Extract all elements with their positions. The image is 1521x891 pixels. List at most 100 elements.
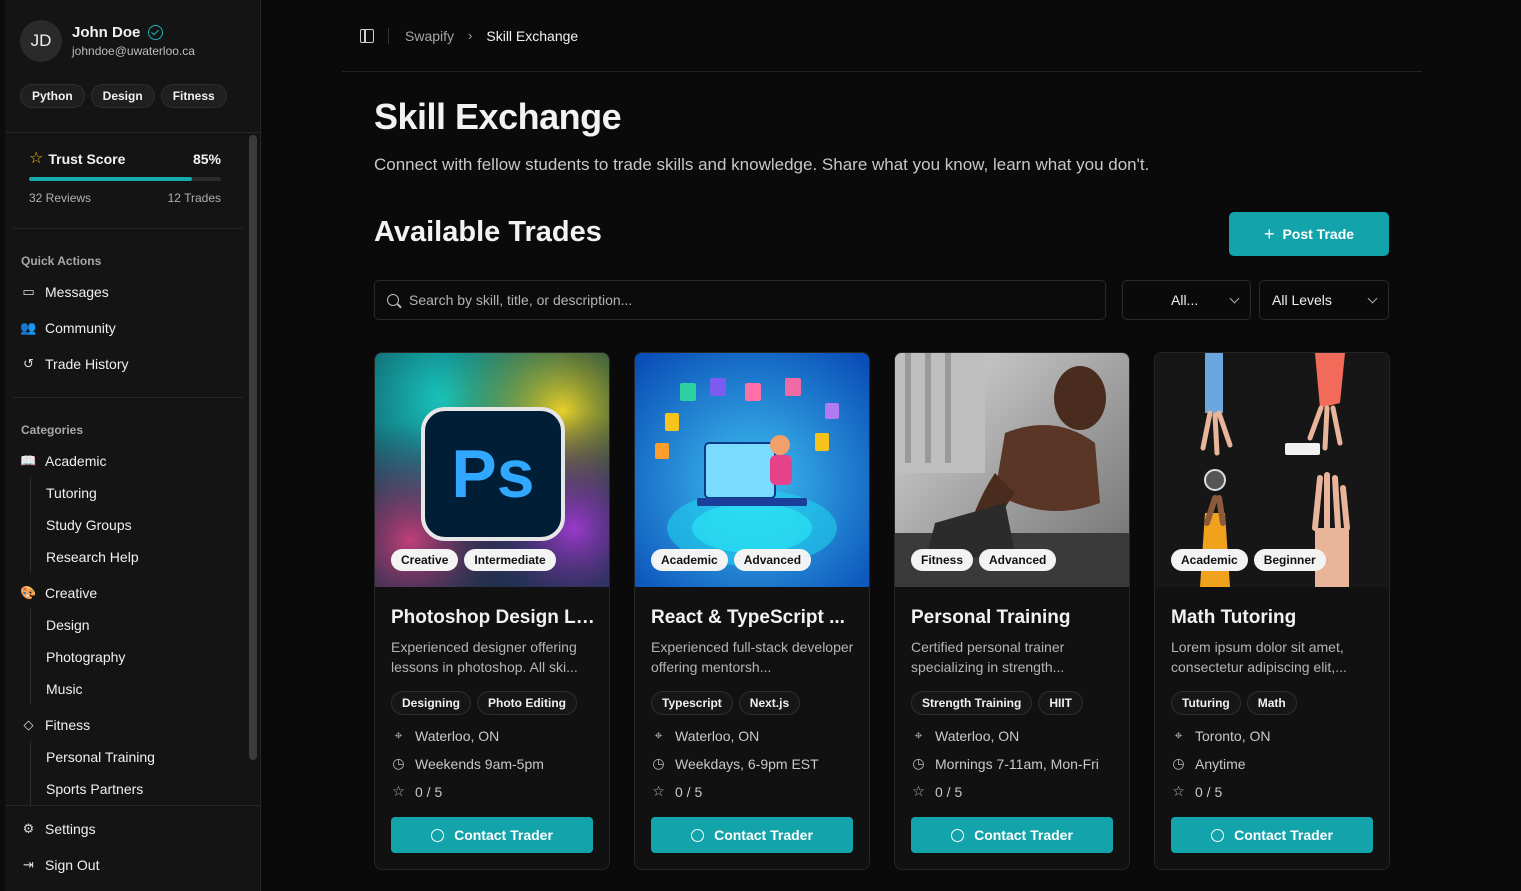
- rating-text: 0 / 5: [935, 783, 963, 800]
- subcategory-research-help[interactable]: Research Help: [46, 549, 139, 565]
- rating-text: 0 / 5: [1195, 783, 1223, 800]
- clock-icon: ◷: [1172, 755, 1185, 771]
- gear-icon: ⚙: [22, 821, 35, 836]
- skill-tag: Math: [1246, 691, 1297, 715]
- category-fitness[interactable]: ◇ Fitness: [21, 717, 91, 733]
- plus-icon: +: [1263, 224, 1275, 244]
- trade-rating: ☆ 0 / 5: [651, 783, 702, 800]
- star-icon: ☆: [652, 783, 665, 799]
- category-filter-select[interactable]: All...: [1122, 280, 1251, 320]
- trust-score-card: ☆ Trust Score 85% 32 Reviews 12 Trades: [29, 151, 221, 205]
- location-text: Waterloo, ON: [415, 727, 500, 744]
- trade-card-title: Photoshop Design Le...: [391, 607, 596, 628]
- post-trade-label: Post Trade: [1282, 226, 1355, 242]
- trade-rating: ☆ 0 / 5: [1171, 783, 1222, 800]
- level-badge: Beginner: [1253, 549, 1326, 571]
- main-content: Swapify › Skill Exchange Skill Exchange …: [262, 0, 1521, 891]
- trade-schedule: ◷ Mornings 7-11am, Mon-Fri: [911, 755, 1099, 772]
- map-pin-icon: ⌖: [914, 727, 923, 743]
- category-label: Fitness: [45, 717, 91, 733]
- nav-label: Community: [45, 320, 116, 336]
- map-pin-icon: ⌖: [654, 727, 663, 743]
- nav-trade-history[interactable]: ↺ Trade History: [21, 356, 128, 372]
- skill-tag: HIIT: [1038, 691, 1084, 715]
- message-circle-icon: [951, 828, 965, 842]
- trade-card-description: Certified personal trainer specializing …: [911, 639, 1065, 675]
- subcategory-study-groups[interactable]: Study Groups: [46, 517, 132, 533]
- subcategory-tutoring[interactable]: Tutoring: [46, 485, 97, 501]
- category-academic[interactable]: 📖 Academic: [20, 453, 106, 469]
- trust-score-value: 85%: [192, 151, 221, 167]
- trade-location: ⌖ Waterloo, ON: [391, 727, 500, 744]
- trade-rating: ☆ 0 / 5: [391, 783, 442, 800]
- contact-trader-button[interactable]: Contact Trader: [1171, 817, 1373, 853]
- skill-tag: Strength Training: [911, 691, 1033, 715]
- search-input[interactable]: Search by skill, title, or description..…: [374, 280, 1106, 320]
- trade-location: ⌖ Toronto, ON: [1171, 727, 1271, 744]
- trade-card-title: Math Tutoring: [1171, 607, 1297, 628]
- trade-rating: ☆ 0 / 5: [911, 783, 962, 800]
- trust-progress-fill: [29, 177, 193, 181]
- trade-location: ⌖ Waterloo, ON: [651, 727, 760, 744]
- message-circle-icon: [1211, 828, 1225, 842]
- category-badge: Academic: [1171, 549, 1248, 571]
- category-label: Creative: [45, 585, 98, 601]
- trade-card-description: Lorem ipsum dolor sit amet, consectetur …: [1171, 639, 1347, 675]
- tree-line: [30, 609, 31, 705]
- subcategory-sports-partners[interactable]: Sports Partners: [46, 781, 143, 797]
- photoshop-logo-text: Ps: [451, 436, 535, 512]
- level-filter-select[interactable]: All Levels: [1259, 280, 1389, 320]
- subcategory-design[interactable]: Design: [46, 617, 90, 633]
- trade-card: Academic Advanced React & TypeScript ...…: [634, 352, 870, 870]
- log-out-icon: ⇥: [23, 857, 34, 872]
- divider: [388, 27, 389, 44]
- clock-icon: ◷: [392, 755, 405, 771]
- star-icon: ☆: [912, 783, 925, 799]
- sidebar: JD John Doe johndoe@uwaterloo.ca Python …: [5, 0, 261, 891]
- category-creative[interactable]: 🎨 Creative: [20, 585, 98, 601]
- contact-label: Contact Trader: [454, 827, 553, 843]
- skill-tag: Tuturing: [1171, 691, 1241, 715]
- post-trade-button[interactable]: + Post Trade: [1229, 212, 1389, 256]
- sidebar-footer: ⚙ Settings ⇥ Sign Out: [5, 805, 261, 891]
- nav-community[interactable]: 👥 Community: [20, 320, 116, 336]
- sidebar-toggle-icon[interactable]: [360, 28, 374, 43]
- user-profile[interactable]: JD John Doe johndoe@uwaterloo.ca: [20, 20, 195, 62]
- subcategory-photography[interactable]: Photography: [46, 649, 125, 665]
- sidebar-scrollbar[interactable]: [249, 135, 257, 760]
- trade-card-image: Academic Beginner: [1155, 353, 1389, 587]
- message-circle-icon: [691, 828, 705, 842]
- page-subtitle: Connect with fellow students to trade sk…: [374, 155, 1150, 174]
- trade-card-description: Experienced designer offering lessons in…: [391, 639, 578, 675]
- location-text: Waterloo, ON: [935, 727, 1020, 744]
- location-text: Waterloo, ON: [675, 727, 760, 744]
- message-square-icon: ▭: [22, 284, 35, 299]
- breadcrumb-home[interactable]: Swapify: [405, 28, 454, 44]
- skill-tag: Next.js: [738, 691, 801, 715]
- star-icon: ☆: [29, 150, 44, 167]
- shapes-icon: ◇: [23, 717, 34, 732]
- level-badge: Advanced: [979, 549, 1057, 571]
- subcategory-personal-training[interactable]: Personal Training: [46, 749, 155, 765]
- skill-tag: Photo Editing: [477, 691, 577, 715]
- trade-card: Academic Beginner Math Tutoring Lorem ip…: [1154, 352, 1390, 870]
- level-badge: Advanced: [733, 549, 812, 571]
- trades-count: 12 Trades: [167, 191, 221, 205]
- nav-label: Messages: [45, 284, 109, 300]
- trade-card-image: Academic Advanced: [635, 353, 869, 587]
- nav-messages[interactable]: ▭ Messages: [21, 284, 109, 300]
- skill-tag: Fitness: [160, 84, 227, 108]
- tree-line: [30, 477, 31, 573]
- category-badge: Fitness: [911, 549, 974, 571]
- nav-settings[interactable]: ⚙ Settings: [21, 821, 96, 837]
- search-placeholder: Search by skill, title, or description..…: [409, 292, 633, 308]
- contact-trader-button[interactable]: Contact Trader: [651, 817, 853, 853]
- nav-sign-out[interactable]: ⇥ Sign Out: [21, 857, 99, 873]
- divider: [13, 397, 243, 398]
- contact-trader-button[interactable]: Contact Trader: [391, 817, 593, 853]
- section-title: Available Trades: [374, 216, 602, 248]
- palette-icon: 🎨: [20, 585, 37, 600]
- subcategory-music[interactable]: Music: [46, 681, 83, 697]
- clock-icon: ◷: [652, 755, 665, 771]
- contact-trader-button[interactable]: Contact Trader: [911, 817, 1113, 853]
